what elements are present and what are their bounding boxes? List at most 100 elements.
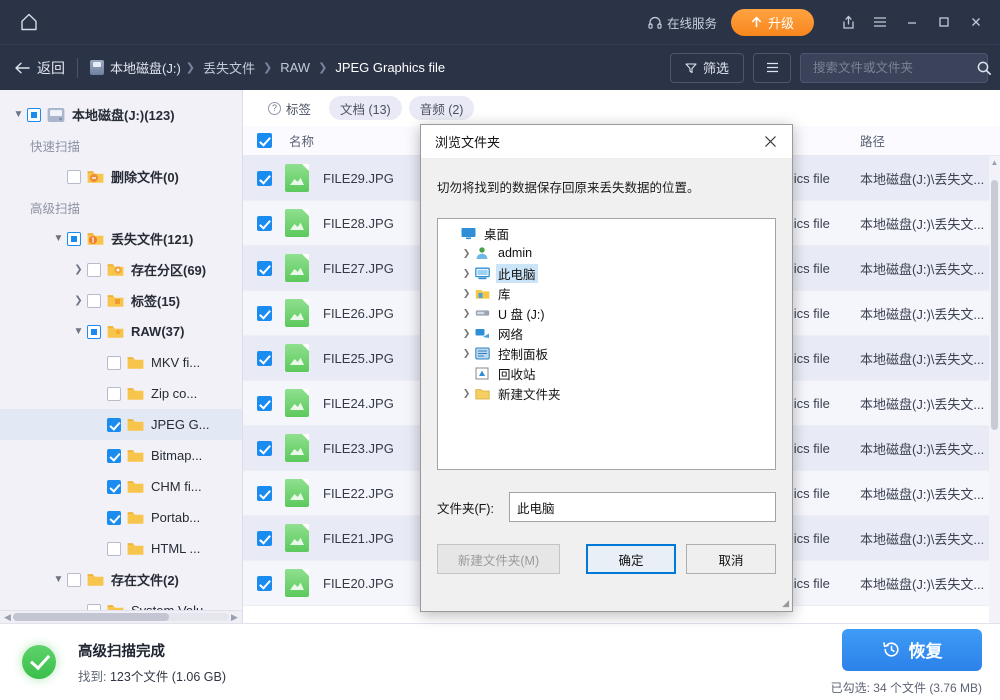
row-checkbox[interactable] bbox=[256, 575, 272, 591]
tree-node[interactable]: System Volu... bbox=[0, 595, 242, 610]
tab-0[interactable]: ? 标签 bbox=[257, 96, 322, 120]
tree-node-checkbox[interactable] bbox=[107, 448, 121, 463]
chevron-right-icon[interactable]: ❯ bbox=[458, 388, 475, 399]
row-checkbox-cell[interactable] bbox=[243, 215, 285, 231]
folder-tree-item[interactable]: ❯ admin bbox=[442, 243, 775, 263]
row-checkbox[interactable] bbox=[256, 530, 272, 546]
row-checkbox-cell[interactable] bbox=[243, 485, 285, 501]
folder-tree-item[interactable]: ❯ 新建文件夹 bbox=[442, 383, 775, 403]
tree-node-checkbox[interactable] bbox=[67, 572, 81, 587]
chevron-right-icon[interactable]: ❯ bbox=[458, 268, 475, 279]
tree-node[interactable]: ▼ 本地磁盘(J:)(123) bbox=[0, 99, 242, 130]
tree-node[interactable]: 删除文件(0) bbox=[0, 161, 242, 192]
row-checkbox-cell[interactable] bbox=[243, 260, 285, 276]
home-icon[interactable] bbox=[14, 7, 44, 37]
row-checkbox-cell[interactable] bbox=[243, 575, 285, 591]
row-checkbox-cell[interactable] bbox=[243, 440, 285, 456]
cancel-button[interactable]: 取消 bbox=[686, 544, 776, 574]
chevron-right-icon[interactable]: ❯ bbox=[458, 308, 475, 319]
tree-node[interactable]: HTML ... bbox=[0, 533, 242, 564]
online-service-button[interactable]: 在线服务 bbox=[648, 13, 717, 32]
search-input[interactable] bbox=[811, 59, 976, 76]
breadcrumb-item-disk[interactable]: 本地磁盘(J:) bbox=[90, 58, 181, 77]
tree-node[interactable]: ❯ 存在分区(69) bbox=[0, 254, 242, 285]
new-folder-button[interactable]: 新建文件夹(M) bbox=[437, 544, 560, 574]
breadcrumb-item-1[interactable]: 丢失文件 bbox=[200, 58, 258, 77]
row-checkbox[interactable] bbox=[256, 485, 272, 501]
tree-node[interactable]: ▼ 存在文件(2) bbox=[0, 564, 242, 595]
ok-button[interactable]: 确定 bbox=[586, 544, 676, 574]
tree-node-checkbox[interactable] bbox=[27, 107, 41, 122]
minimize-icon[interactable] bbox=[896, 6, 928, 38]
select-all-cell[interactable] bbox=[243, 133, 285, 148]
close-icon[interactable] bbox=[960, 6, 992, 38]
folder-tree-item[interactable]: ❯ 控制面板 bbox=[442, 343, 775, 363]
sidebar-horizontal-scrollbar[interactable]: ◀ ▶ bbox=[0, 610, 242, 623]
tree-node[interactable]: JPEG G... bbox=[0, 409, 242, 440]
folder-tree-item[interactable]: 回收站 bbox=[442, 363, 775, 383]
chevron-down-icon[interactable]: ▼ bbox=[70, 326, 87, 337]
row-checkbox[interactable] bbox=[256, 395, 272, 411]
filter-button[interactable]: 筛选 bbox=[669, 52, 744, 83]
chevron-right-icon[interactable]: ❯ bbox=[458, 288, 475, 299]
tree-node[interactable]: ❯ 标签(15) bbox=[0, 285, 242, 316]
folder-tree-item[interactable]: ❯ U 盘 (J:) bbox=[442, 303, 775, 323]
folder-tree[interactable]: 桌面 ❯ admin ❯ 此电脑 ❯ 库 ❯ U 盘 (J:) ❯ 网络 ❯ 控制面板 回收站 ❯ 新建文件夹 bbox=[437, 218, 776, 470]
row-checkbox-cell[interactable] bbox=[243, 170, 285, 186]
tree-node-checkbox[interactable] bbox=[107, 355, 121, 370]
tree-node[interactable]: Bitmap... bbox=[0, 440, 242, 471]
row-checkbox-cell[interactable] bbox=[243, 350, 285, 366]
folder-tree-item[interactable]: ❯ 网络 bbox=[442, 323, 775, 343]
row-checkbox[interactable] bbox=[256, 260, 272, 276]
tree-node-checkbox[interactable] bbox=[87, 293, 101, 308]
select-all-checkbox[interactable] bbox=[256, 133, 272, 148]
tree-node-checkbox[interactable] bbox=[67, 231, 81, 246]
maximize-icon[interactable] bbox=[928, 6, 960, 38]
search-icon[interactable] bbox=[976, 60, 992, 76]
row-checkbox[interactable] bbox=[256, 215, 272, 231]
tree-node-checkbox[interactable] bbox=[107, 541, 121, 556]
hamburger-menu-icon[interactable] bbox=[864, 6, 896, 38]
list-view-icon[interactable] bbox=[753, 52, 791, 83]
back-button[interactable]: 返回 bbox=[14, 58, 77, 78]
row-checkbox[interactable] bbox=[256, 440, 272, 456]
close-icon[interactable] bbox=[752, 127, 788, 157]
folder-path-input[interactable]: 此电脑 bbox=[509, 492, 776, 522]
tree-node[interactable]: CHM fi... bbox=[0, 471, 242, 502]
scroll-left-icon[interactable]: ◀ bbox=[2, 612, 13, 623]
breadcrumb-item-2[interactable]: RAW bbox=[277, 60, 313, 75]
tree-node-checkbox[interactable] bbox=[107, 479, 121, 494]
chevron-right-icon[interactable]: ❯ bbox=[70, 295, 87, 306]
scroll-up-icon[interactable]: ▲ bbox=[989, 158, 1000, 167]
scrollbar-thumb[interactable] bbox=[991, 180, 998, 430]
tree-node-checkbox[interactable] bbox=[67, 169, 81, 184]
folder-tree-item[interactable]: 桌面 bbox=[442, 223, 775, 243]
tree-node-checkbox[interactable] bbox=[107, 417, 121, 432]
search-box[interactable] bbox=[800, 52, 991, 83]
scrollbar-track[interactable] bbox=[13, 613, 229, 621]
tree-node[interactable]: ▼ 丢失文件(121) bbox=[0, 223, 242, 254]
row-checkbox[interactable] bbox=[256, 305, 272, 321]
row-checkbox-cell[interactable] bbox=[243, 395, 285, 411]
chevron-right-icon[interactable]: ❯ bbox=[70, 264, 87, 275]
chevron-right-icon[interactable]: ❯ bbox=[458, 328, 475, 339]
chevron-down-icon[interactable]: ▼ bbox=[50, 574, 67, 585]
tree-node-checkbox[interactable] bbox=[87, 324, 101, 339]
chevron-down-icon[interactable]: ▼ bbox=[10, 109, 27, 120]
file-list-scrollbar[interactable]: ▲ bbox=[989, 156, 1000, 623]
row-checkbox[interactable] bbox=[256, 350, 272, 366]
row-checkbox-cell[interactable] bbox=[243, 305, 285, 321]
tree-node[interactable]: MKV fi... bbox=[0, 347, 242, 378]
upgrade-button[interactable]: 升级 bbox=[730, 8, 814, 36]
recover-button[interactable]: 恢复 bbox=[842, 628, 982, 671]
tree-node[interactable]: ▼ RAW(37) bbox=[0, 316, 242, 347]
resize-grip-icon[interactable]: ◢ bbox=[782, 598, 789, 609]
scroll-right-icon[interactable]: ▶ bbox=[229, 612, 240, 623]
tree-node[interactable]: Zip co... bbox=[0, 378, 242, 409]
share-icon[interactable] bbox=[832, 6, 864, 38]
chevron-right-icon[interactable]: ❯ bbox=[458, 348, 475, 359]
tree-node-checkbox[interactable] bbox=[107, 510, 121, 525]
column-header-path[interactable]: 路径 bbox=[850, 131, 1000, 150]
tree-node[interactable]: Portab... bbox=[0, 502, 242, 533]
chevron-down-icon[interactable]: ▼ bbox=[50, 233, 67, 244]
